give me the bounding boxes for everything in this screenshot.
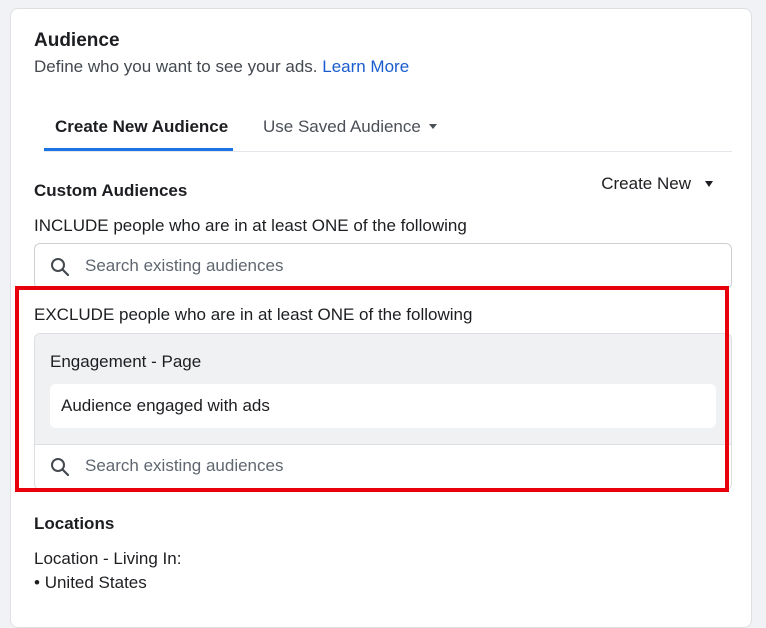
section-title: Audience <box>34 30 120 51</box>
location-name: United States <box>44 573 147 592</box>
exclude-highlight-box <box>15 286 729 492</box>
tab-use-saved-audience[interactable]: Use Saved Audience <box>263 117 437 137</box>
tab-create-new-audience[interactable]: Create New Audience <box>55 117 228 137</box>
caret-down-icon <box>705 180 713 187</box>
section-subtitle: Define who you want to see your ads. Lea… <box>34 57 409 77</box>
include-instruction: INCLUDE people who are in at least ONE o… <box>34 216 467 235</box>
create-new-dropdown[interactable]: Create New <box>601 174 713 194</box>
include-search-input[interactable]: Search existing audiences <box>34 243 732 289</box>
subtitle-text: Define who you want to see your ads. <box>34 57 318 76</box>
create-new-label: Create New <box>601 174 691 193</box>
learn-more-link[interactable]: Learn More <box>322 57 409 76</box>
caret-down-icon <box>428 124 437 130</box>
search-icon <box>50 257 70 277</box>
custom-audiences-label: Custom Audiences <box>34 181 188 200</box>
locations-label: Locations <box>34 514 115 533</box>
tab-divider <box>44 151 732 152</box>
location-list-item: • United States <box>34 573 147 593</box>
location-type: Location - Living In: <box>34 549 182 568</box>
include-search-placeholder: Search existing audiences <box>85 256 284 275</box>
tab-use-saved-audience-label: Use Saved Audience <box>263 117 421 136</box>
bullet-icon: • <box>34 573 45 592</box>
